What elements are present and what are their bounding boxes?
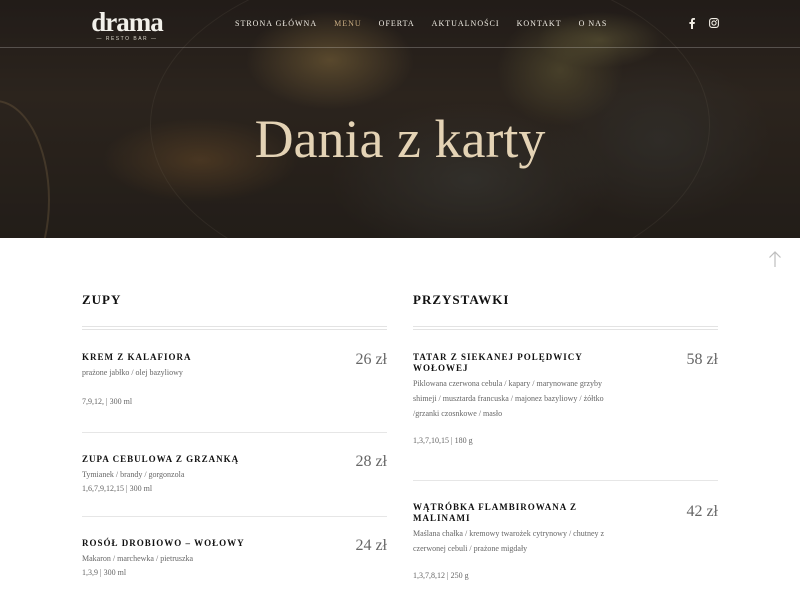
- logo-word: drama: [91, 7, 164, 37]
- main-nav: STRONA GŁÓWNA MENU OFERTA AKTUALNOŚCI KO…: [235, 19, 624, 28]
- dish-allergens: 1,3,9 | 300 ml: [82, 568, 127, 577]
- dish-price: 28 zł: [355, 453, 387, 470]
- section-heading: PRZYSTAWKI: [413, 292, 510, 307]
- dish-price: 42 zł: [686, 503, 718, 520]
- page-title: Dania z karty: [254, 109, 546, 169]
- menu-item: 28 zł ZUPA CEBULOWA Z GRZANKĄ Tymianek /…: [82, 433, 387, 517]
- hero-banner: drama — RESTO BAR — STRONA GŁÓWNA MENU O…: [0, 0, 800, 238]
- nav-item-news[interactable]: AKTUALNOŚCI: [432, 19, 500, 28]
- menu-item: 26 zł KREM Z KALAFIORA prażone jabłko / …: [82, 330, 387, 433]
- social-links: [686, 17, 730, 29]
- dish-description: prażone jabłko / olej bazyliowy: [82, 368, 183, 377]
- dish-description: Tymianek / brandy / gorgonzola: [82, 470, 185, 479]
- section-heading: ZUPY: [82, 292, 122, 307]
- menu-section-starters: PRZYSTAWKI 58 zł TATAR Z SIEKANEJ POLĘDW…: [413, 290, 718, 581]
- nav-item-home[interactable]: STRONA GŁÓWNA: [235, 19, 317, 28]
- nav-item-offer[interactable]: OFERTA: [379, 19, 415, 28]
- dish-description: Piklowana czerwona cebula / kapary / mar…: [413, 379, 604, 418]
- dish-price: 24 zł: [355, 537, 387, 554]
- dish-name: TATAR Z SIEKANEJ POLĘDWICY WOŁOWEJ: [413, 352, 583, 373]
- dish-name: ROSÓŁ DROBIOWO – WOŁOWY: [82, 538, 245, 548]
- instagram-icon[interactable]: [708, 17, 720, 29]
- dish-name: ZUPA CEBULOWA Z GRZANKĄ: [82, 454, 240, 464]
- dish-allergens: 7,9,12, | 300 ml: [82, 397, 133, 406]
- menu-section-soups: ZUPY 26 zł KREM Z KALAFIORA prażone jabł…: [82, 290, 387, 597]
- facebook-icon[interactable]: [686, 17, 698, 29]
- dish-price: 58 zł: [686, 351, 718, 368]
- site-header: drama — RESTO BAR — STRONA GŁÓWNA MENU O…: [0, 0, 800, 48]
- dish-name: KREM Z KALAFIORA: [82, 352, 192, 362]
- dish-allergens: 1,3,7,8,12 | 250 g: [413, 571, 469, 580]
- logo[interactable]: drama — RESTO BAR —: [90, 8, 164, 42]
- dish-name: WĄTRÓBKA FLAMBIROWANA Z MALINAMI: [413, 502, 578, 523]
- menu-item: 58 zł TATAR Z SIEKANEJ POLĘDWICY WOŁOWEJ…: [413, 330, 718, 481]
- menu-item: 24 zł ROSÓŁ DROBIOWO – WOŁOWY Makaron / …: [82, 517, 387, 597]
- dish-allergens: 1,6,7,9,12,15 | 300 ml: [82, 484, 153, 493]
- dish-description: Maślana chałka / kremowy twarożek cytryn…: [413, 529, 605, 553]
- nav-item-about[interactable]: O NAS: [579, 19, 608, 28]
- menu-item: 42 zł WĄTRÓBKA FLAMBIROWANA Z MALINAMI M…: [413, 481, 718, 581]
- dish-price: 26 zł: [355, 351, 387, 368]
- nav-item-menu[interactable]: MENU: [334, 19, 362, 28]
- scroll-top-arrow-icon[interactable]: [768, 250, 782, 268]
- logo-subtitle: — RESTO BAR —: [96, 36, 158, 42]
- dish-allergens: 1,3,7,10,15 | 180 g: [413, 436, 473, 445]
- nav-item-contact[interactable]: KONTAKT: [517, 19, 562, 28]
- dish-description: Makaron / marchewka / pietruszka: [82, 554, 194, 563]
